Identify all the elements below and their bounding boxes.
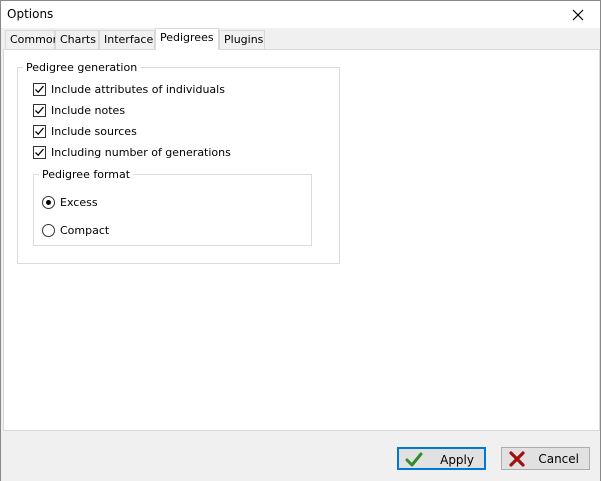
pedigree-format-group: Pedigree format Excess Compact: [33, 168, 312, 246]
tab-common[interactable]: Common: [5, 30, 60, 49]
include-notes-label: Include notes: [51, 104, 126, 117]
tab-interface[interactable]: Interface: [99, 30, 155, 49]
checkmark-icon: [35, 106, 44, 115]
apply-button[interactable]: Apply: [397, 447, 486, 470]
include-attributes-checkbox-row[interactable]: Include attributes of individuals: [33, 83, 225, 96]
include-attributes-checkbox[interactable]: [33, 83, 46, 96]
format-compact-label: Compact: [60, 224, 110, 237]
pedigrees-panel: Pedigree generation Include attributes o…: [3, 49, 600, 431]
tab-interface-label: Interface: [104, 33, 154, 46]
include-sources-label: Include sources: [51, 125, 137, 138]
format-compact-row[interactable]: Compact: [42, 224, 109, 237]
tab-pedigrees[interactable]: Pedigrees: [155, 28, 219, 50]
tab-plugins-label: Plugins: [224, 33, 264, 46]
x-mark-icon: [509, 451, 525, 467]
checkmark-icon: [405, 452, 423, 467]
checkmark-icon: [35, 127, 44, 136]
include-notes-checkbox[interactable]: [33, 104, 46, 117]
include-sources-checkbox-row[interactable]: Include sources: [33, 125, 137, 138]
pedigree-format-title: Pedigree format: [39, 168, 134, 181]
pedigree-generation-group: Pedigree generation Include attributes o…: [17, 61, 340, 264]
format-excess-row[interactable]: Excess: [42, 196, 98, 209]
include-generations-checkbox-row[interactable]: Including number of generations: [33, 146, 231, 159]
cancel-button-label: Cancel: [538, 452, 579, 466]
format-excess-label: Excess: [60, 196, 98, 209]
tab-charts-label: Charts: [60, 33, 96, 46]
options-window: Options Common Charts Interface Pedigree…: [0, 0, 601, 481]
tab-charts[interactable]: Charts: [55, 30, 99, 49]
include-generations-checkbox[interactable]: [33, 146, 46, 159]
checkmark-icon: [35, 148, 44, 157]
cancel-button[interactable]: Cancel: [501, 447, 590, 470]
format-compact-radio[interactable]: [42, 224, 55, 237]
window-title: Options: [7, 7, 54, 21]
format-excess-radio[interactable]: [42, 196, 55, 209]
tab-strip: Common Charts Interface Pedigrees Plugin…: [3, 28, 600, 50]
close-button[interactable]: [556, 1, 600, 28]
apply-button-label: Apply: [440, 453, 474, 467]
include-attributes-label: Include attributes of individuals: [51, 83, 225, 96]
pedigree-generation-title: Pedigree generation: [23, 61, 141, 74]
checkmark-icon: [35, 85, 44, 94]
close-icon: [572, 9, 584, 20]
title-bar: Options: [1, 1, 600, 28]
include-generations-label: Including number of generations: [51, 146, 231, 159]
dialog-footer: Apply Cancel: [1, 431, 600, 481]
include-notes-checkbox-row[interactable]: Include notes: [33, 104, 125, 117]
tab-common-label: Common: [10, 33, 60, 46]
tab-plugins[interactable]: Plugins: [219, 30, 265, 49]
include-sources-checkbox[interactable]: [33, 125, 46, 138]
tab-pedigrees-label: Pedigrees: [160, 31, 214, 44]
